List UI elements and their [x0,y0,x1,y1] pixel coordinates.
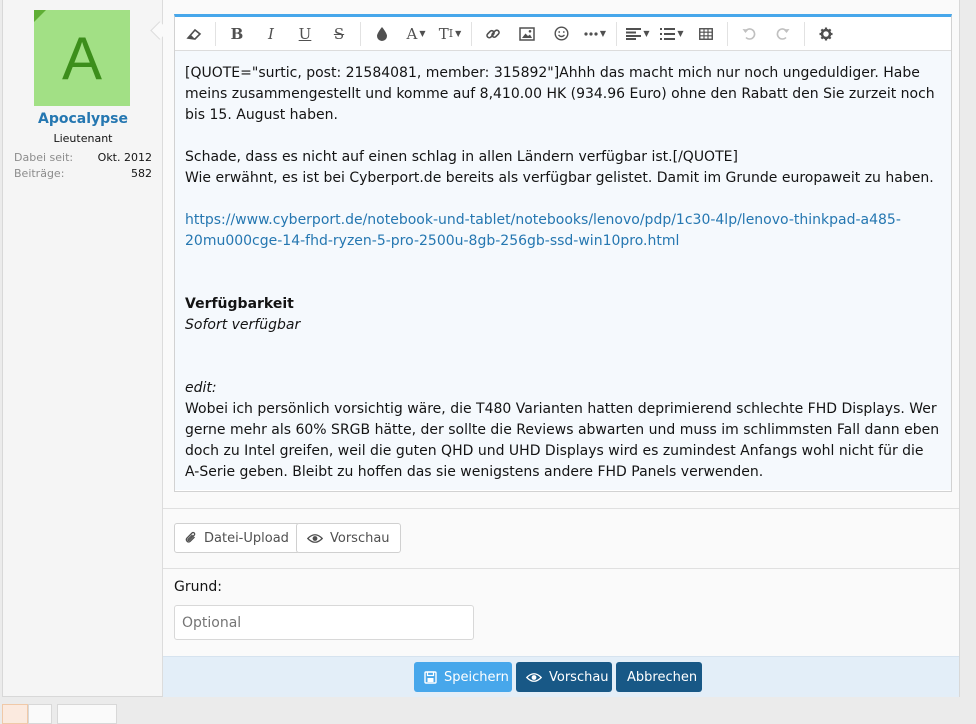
availability-heading: Verfügbarkeit [185,296,294,312]
stat-value: Okt. 2012 [97,151,152,164]
availability-value: Sofort verfügbar [185,317,301,333]
font-family-icon[interactable]: A ▼ [403,20,429,48]
preview-small-label: Vorschau [330,530,390,546]
avatar-letter: A [61,24,103,92]
bold-icon[interactable]: B [224,20,250,48]
redo-icon[interactable] [770,20,796,48]
save-label: Speichern [444,669,509,685]
italic-icon[interactable]: I [258,20,284,48]
form-actions-bar: Speichern Vorschau Abbrechen [163,656,959,697]
edit-text: Wobei ich persönlich vorsichtig wäre, di… [185,401,940,480]
reason-input[interactable] [174,605,474,640]
save-button[interactable]: Speichern [414,662,512,692]
preview-button[interactable]: Vorschau [516,662,612,692]
post-editor-area: B I U S A ▼ T I ▼ ▼ ▼ ▼ [QUOTE="surtic, … [163,0,959,697]
table-icon[interactable] [693,20,719,48]
undo-icon[interactable] [736,20,762,48]
underline-icon[interactable]: U [292,20,318,48]
settings-icon[interactable] [813,20,839,48]
editor-content[interactable]: [QUOTE="surtic, post: 21584081, member: … [175,51,951,490]
divider [163,568,959,569]
color-drop-icon[interactable] [369,20,395,48]
more-icon[interactable]: ▼ [582,20,608,48]
toolbar-separator [471,21,472,46]
eye-icon [307,533,323,544]
rich-text-editor: B I U S A ▼ T I ▼ ▼ ▼ ▼ [QUOTE="surtic, … [174,14,952,492]
quote-end-text: Schade, dass es nicht auf einen schlag i… [185,149,738,165]
user-title: Lieutenant [53,132,113,145]
username-link[interactable]: Apocalypse [3,111,163,127]
avatar[interactable]: A [34,10,130,106]
align-icon[interactable]: ▼ [625,20,651,48]
stat-posts: Beiträge: 582 [14,167,152,180]
stat-value: 582 [131,167,152,180]
stat-label: Dabei seit: [14,151,74,164]
eraser-icon[interactable] [181,20,207,48]
file-upload-label: Datei-Upload [204,530,289,546]
quote-text: [QUOTE="surtic, post: 21584081, member: … [185,65,935,123]
editor-toolbar: B I U S A ▼ T I ▼ ▼ ▼ ▼ [175,17,951,51]
toolbar-separator [727,21,728,46]
strikethrough-icon[interactable]: S [326,20,352,48]
floppy-icon [424,670,437,684]
font-size-icon[interactable]: T I ▼ [437,20,463,48]
cancel-label: Abbrechen [627,669,698,685]
paperclip-icon [185,531,197,545]
bottom-control[interactable] [57,704,117,724]
reason-label: Grund: [174,579,222,595]
cancel-button[interactable]: Abbrechen [616,662,702,692]
eye-icon [526,672,542,683]
file-upload-button[interactable]: Datei-Upload [174,523,300,553]
toolbar-separator [215,21,216,46]
divider [163,508,959,509]
bottom-control-left[interactable] [2,704,28,724]
stat-joined: Dabei seit: Okt. 2012 [14,151,152,164]
message-post: A Apocalypse Lieutenant Dabei seit: Okt.… [2,0,960,697]
cyberport-link[interactable]: https://www.cyberport.de/notebook-und-ta… [185,212,901,249]
toolbar-separator [616,21,617,46]
toolbar-separator [804,21,805,46]
link-icon[interactable] [480,20,506,48]
bottom-control[interactable] [28,704,52,724]
image-icon[interactable] [514,20,540,48]
toolbar-separator [360,21,361,46]
smiley-icon[interactable] [548,20,574,48]
list-icon[interactable]: ▼ [659,20,685,48]
preview-label: Vorschau [549,669,609,685]
cyberport-text: Wie erwähnt, es ist bei Cyberport.de ber… [185,170,934,186]
online-indicator [34,10,46,22]
stat-label: Beiträge: [14,167,65,180]
user-sidebar: A Apocalypse Lieutenant Dabei seit: Okt.… [3,0,163,696]
preview-small-button[interactable]: Vorschau [296,523,401,553]
edit-label: edit: [185,380,217,396]
